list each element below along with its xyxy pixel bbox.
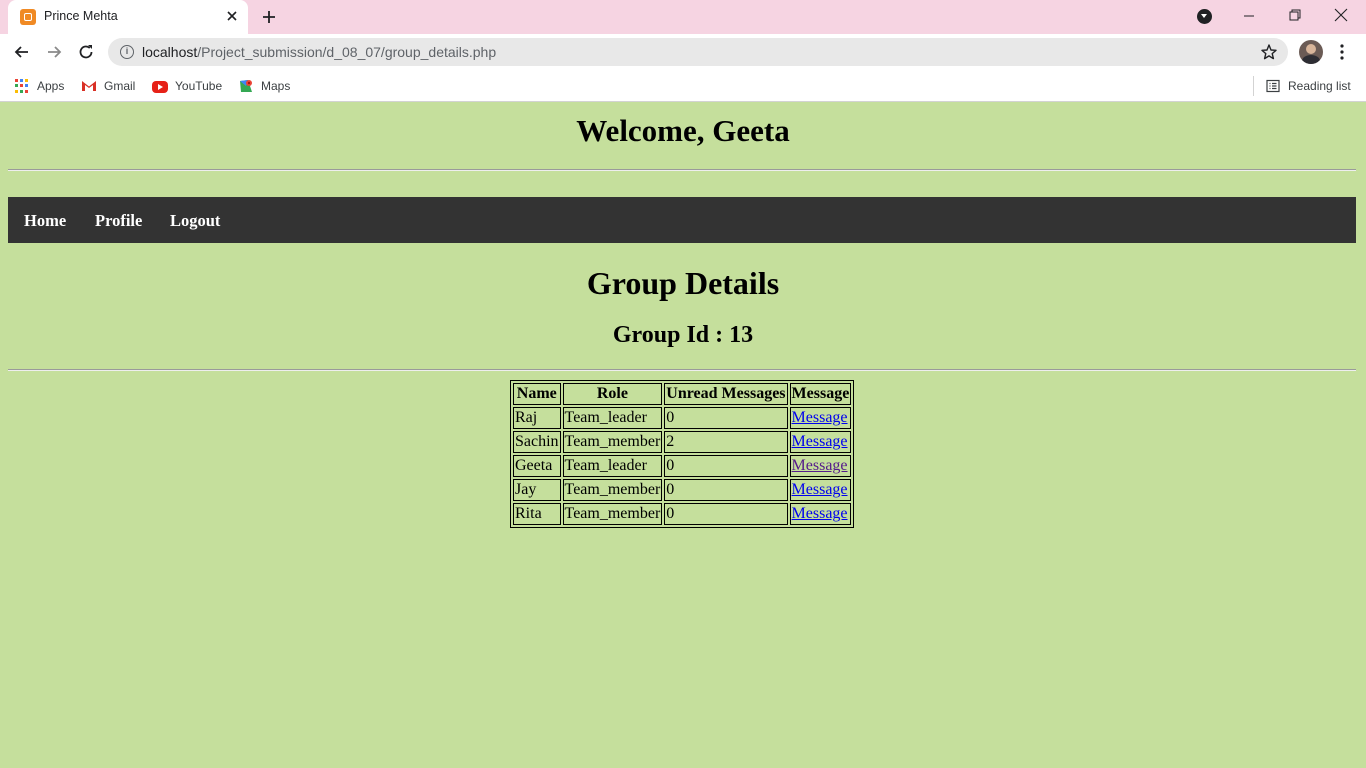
bookmark-maps[interactable]: Maps	[238, 77, 290, 95]
bookmark-label: Maps	[261, 79, 291, 93]
unread-count: 0	[664, 407, 788, 429]
bookmark-label: Gmail	[104, 79, 136, 93]
message-link[interactable]: Message	[792, 409, 848, 426]
minimize-icon[interactable]	[1238, 6, 1260, 26]
column-header-name: Name	[513, 383, 561, 405]
table-row: Geeta Team_leader 0 Message	[513, 455, 852, 477]
table-row: Rita Team_member 0 Message	[513, 503, 852, 525]
bookmark-apps[interactable]: Apps	[14, 77, 64, 95]
table-row: Raj Team_leader 0 Message	[513, 407, 852, 429]
nav-logout-link[interactable]: Logout	[170, 211, 220, 231]
table-header-row: Name Role Unread Messages Message	[513, 383, 852, 405]
unread-count: 0	[664, 479, 788, 501]
reading-list-icon	[1266, 79, 1280, 93]
member-name: Geeta	[513, 455, 561, 477]
gmail-icon	[82, 81, 96, 91]
bookmarks-bar: Apps Gmail YouTube Maps Reading list	[0, 70, 1366, 102]
welcome-heading: Welcome, Geeta	[576, 113, 790, 148]
message-cell: Message	[789, 455, 852, 477]
bookmark-label: YouTube	[175, 79, 223, 93]
profile-avatar[interactable]	[1299, 40, 1323, 64]
message-link[interactable]: Message	[792, 433, 848, 450]
close-tab-icon[interactable]	[224, 8, 240, 24]
bookmark-label: Apps	[37, 79, 65, 93]
reload-icon[interactable]	[76, 42, 96, 62]
unread-count: 2	[664, 431, 788, 453]
reading-list-button[interactable]: Reading list	[1265, 77, 1351, 95]
member-name: Raj	[513, 407, 561, 429]
youtube-icon	[152, 81, 168, 93]
message-cell: Message	[789, 503, 852, 525]
address-bar[interactable]: i localhost/Project_submission/d_08_07/g…	[108, 38, 1288, 66]
group-members-table: Name Role Unread Messages Message Raj Te…	[510, 380, 855, 528]
member-role: Team_member	[562, 503, 663, 525]
url-host: localhost	[142, 44, 198, 60]
column-header-message: Message	[789, 383, 852, 405]
nav-profile-link[interactable]: Profile	[95, 211, 142, 231]
page-title: Group Details	[586, 265, 780, 301]
table-row: Sachin Team_member 2 Message	[513, 431, 852, 453]
member-name: Sachin	[513, 431, 561, 453]
new-tab-icon[interactable]	[260, 8, 278, 26]
member-role: Team_member	[562, 479, 663, 501]
message-cell: Message	[789, 407, 852, 429]
unread-count: 0	[664, 503, 788, 525]
group-id-heading: Group Id : 13	[612, 322, 754, 348]
back-arrow-icon[interactable]	[12, 42, 32, 62]
bookmarks-divider	[1253, 76, 1254, 96]
browser-toolbar: i localhost/Project_submission/d_08_07/g…	[0, 34, 1366, 70]
apps-grid-icon	[14, 78, 30, 94]
member-role: Team_leader	[562, 455, 663, 477]
browser-tab[interactable]: Prince Mehta	[8, 0, 248, 34]
xampp-favicon-icon	[20, 9, 36, 25]
tab-strip: Prince Mehta	[0, 0, 1366, 34]
message-link[interactable]: Message	[792, 457, 848, 474]
page-content: Welcome, Geeta Home Profile Logout Group…	[0, 103, 1366, 768]
column-header-unread: Unread Messages	[664, 383, 788, 405]
message-link[interactable]: Message	[792, 481, 848, 498]
forward-arrow-icon[interactable]	[44, 42, 64, 62]
bookmark-star-icon[interactable]	[1260, 43, 1278, 61]
table-row: Jay Team_member 0 Message	[513, 479, 852, 501]
message-link[interactable]: Message	[792, 505, 848, 522]
more-menu-icon[interactable]	[1334, 43, 1350, 61]
close-window-icon[interactable]	[1330, 6, 1352, 26]
nav-home-link[interactable]: Home	[24, 211, 66, 231]
message-cell: Message	[789, 431, 852, 453]
message-cell: Message	[789, 479, 852, 501]
bookmark-gmail[interactable]: Gmail	[81, 77, 135, 95]
reading-list-label: Reading list	[1288, 79, 1351, 93]
site-info-icon[interactable]: i	[120, 45, 134, 59]
member-role: Team_leader	[562, 407, 663, 429]
url-text[interactable]: localhost/Project_submission/d_08_07/gro…	[142, 44, 496, 60]
member-role: Team_member	[562, 431, 663, 453]
tab-search-dropdown-icon[interactable]	[1197, 9, 1212, 24]
divider	[8, 169, 1356, 171]
member-name: Jay	[513, 479, 561, 501]
unread-count: 0	[664, 455, 788, 477]
restore-icon[interactable]	[1284, 6, 1306, 26]
site-navbar: Home Profile Logout	[8, 197, 1356, 243]
maps-icon	[240, 80, 252, 92]
url-path: /Project_submission/d_08_07/group_detail…	[197, 44, 497, 60]
column-header-role: Role	[562, 383, 663, 405]
member-name: Rita	[513, 503, 561, 525]
bookmark-youtube[interactable]: YouTube	[152, 77, 222, 95]
tab-title: Prince Mehta	[44, 9, 118, 23]
divider	[8, 369, 1356, 371]
